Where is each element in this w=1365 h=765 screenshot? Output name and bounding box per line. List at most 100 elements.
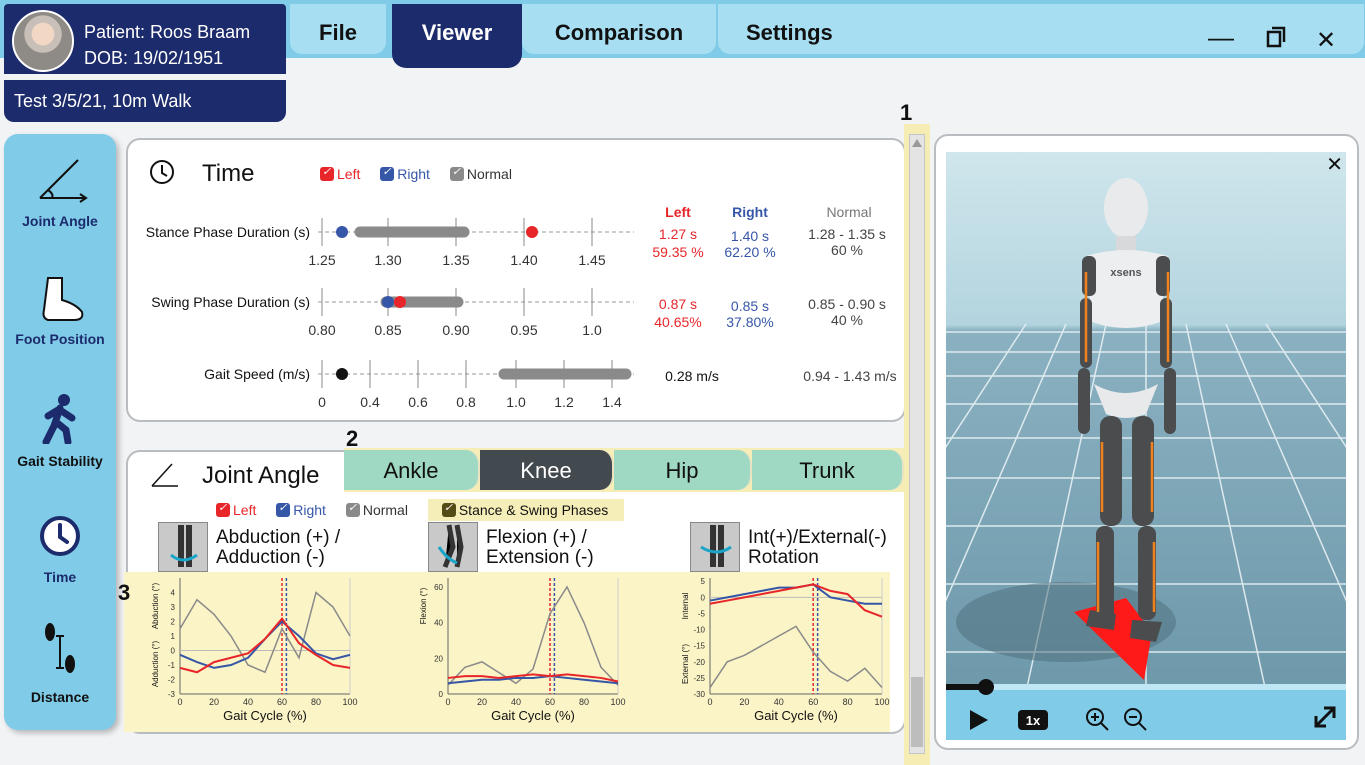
joint-charts-area: 4 3 2 1 0 -1 -2 -3 0 20 40 60 80 100 Gait Cycle (%) Abd…	[124, 572, 890, 732]
y-tick-label: -10	[693, 626, 705, 635]
y-tick-label: 0	[701, 593, 706, 602]
tick-label: 1.40	[510, 252, 538, 268]
stance-normal-pct: 60 %	[831, 242, 863, 258]
swing-right-pct: 37.80%	[726, 314, 774, 330]
sidebar-item-time[interactable]: Time	[4, 512, 116, 585]
y-tick-label: -3	[168, 690, 176, 699]
y-axis-label-top: Abduction (°)	[151, 583, 160, 630]
zoom-in-icon[interactable]	[1084, 706, 1110, 732]
scrollbar[interactable]	[904, 124, 930, 765]
stance-label: Stance Phase Duration (s)	[145, 224, 310, 240]
x-tick-label: 0	[177, 697, 182, 707]
tab-comparison[interactable]: Comparison	[522, 4, 716, 54]
stance-scale	[318, 218, 634, 246]
sidebar-item-foot-position[interactable]: Foot Position	[4, 274, 116, 347]
timeline-knob[interactable]	[978, 679, 994, 695]
tick-label: 0.6	[408, 394, 428, 410]
tick-label: 0.85	[374, 322, 402, 338]
legend-right[interactable]: Right	[276, 501, 326, 518]
legend-right[interactable]: Right	[380, 165, 430, 182]
header-normal: Normal	[826, 204, 872, 220]
swing-normal-pct: 40 %	[831, 312, 863, 328]
y-tick-label: 5	[701, 577, 706, 586]
xsens-logo: xsens	[1110, 267, 1141, 279]
tick-label: 0.90	[442, 322, 470, 338]
sidebar-item-label: Time	[43, 569, 77, 585]
x-tick-label: 60	[545, 697, 555, 707]
time-panel: Time Left Right Normal Left Right Normal…	[126, 138, 906, 422]
tick-label: 1.45	[578, 252, 606, 268]
x-tick-label: 0	[445, 697, 450, 707]
legend-normal[interactable]: Normal	[449, 165, 512, 182]
x-tick-label: 100	[610, 697, 625, 707]
x-tick-label: 100	[342, 697, 357, 707]
clock-icon	[150, 160, 174, 184]
scroll-track	[909, 134, 925, 754]
header-right: Right	[732, 204, 768, 220]
tick-label: 1.25	[308, 252, 336, 268]
y-tick-label: -20	[693, 658, 705, 667]
flexion-limb-icon	[428, 522, 478, 572]
y-axis-label-bottom: Adduction (°)	[151, 641, 160, 688]
tab-knee[interactable]: Knee	[480, 450, 614, 490]
normal-series-line	[709, 625, 883, 689]
tab-file[interactable]: File	[290, 4, 386, 54]
x-tick-label: 80	[843, 697, 853, 707]
tick-label: 1.4	[602, 394, 622, 410]
x-tick-label: 80	[311, 697, 321, 707]
fullscreen-icon[interactable]	[1312, 704, 1338, 730]
viewer-close-icon[interactable]: ✕	[1326, 152, 1343, 177]
joint-angle-title: Joint Angle	[202, 462, 320, 489]
x-tick-label: 40	[511, 697, 521, 707]
legend-phases[interactable]: Stance & Swing Phases	[427, 499, 625, 521]
tick-label: 0.4	[360, 394, 380, 410]
sidebar: Joint Angle Foot Position Gait Stability…	[4, 134, 116, 730]
timeline-track[interactable]	[946, 679, 1346, 695]
gait-speed-label: Gait Speed (m/s)	[204, 366, 310, 382]
x-tick-label: 60	[277, 697, 287, 707]
x-tick-label: 20	[739, 697, 749, 707]
restore-icon[interactable]	[1266, 24, 1286, 48]
x-axis-label: Gait Cycle (%)	[754, 708, 838, 723]
abduction-limb-icon	[158, 522, 208, 572]
normal-series-line	[447, 585, 619, 686]
legend-left[interactable]: Left	[320, 165, 360, 182]
sidebar-item-label: Gait Stability	[17, 453, 103, 469]
patient-avatar	[12, 10, 74, 72]
speed-button[interactable]: 1x	[1018, 710, 1048, 730]
x-tick-label: 20	[477, 697, 487, 707]
3d-scene[interactable]: xsens	[946, 152, 1346, 692]
sidebar-item-gait-stability[interactable]: Gait Stability	[4, 392, 116, 469]
sidebar-item-joint-angle[interactable]: Joint Angle	[4, 152, 116, 229]
footsteps-icon	[45, 623, 75, 673]
scroll-up-icon[interactable]	[912, 137, 922, 147]
swing-left-pct: 40.65%	[654, 314, 702, 330]
x-axis-label: Gait Cycle (%)	[491, 708, 575, 723]
close-icon[interactable]: ✕	[1316, 26, 1336, 55]
scroll-thumb[interactable]	[911, 677, 923, 747]
legend-left[interactable]: Left	[216, 501, 256, 518]
stance-right-value: 1.40 s	[730, 228, 770, 244]
legend-normal[interactable]: Normal	[345, 501, 408, 518]
joint-angle-icon	[39, 159, 88, 203]
tab-hip[interactable]: Hip	[614, 450, 752, 490]
tab-viewer[interactable]: Viewer	[392, 4, 522, 68]
sidebar-item-distance[interactable]: Distance	[4, 618, 116, 705]
tab-ankle[interactable]: Ankle	[344, 450, 480, 490]
rotation-limb-icon	[690, 522, 740, 572]
minimize-icon[interactable]: —	[1208, 22, 1234, 53]
swing-left-value: 0.87 s	[658, 296, 698, 312]
x-axis-label: Gait Cycle (%)	[223, 708, 307, 723]
play-icon[interactable]	[968, 708, 990, 732]
chart-title: Abduction (+) / Adduction (-)	[216, 527, 341, 568]
chart-title: Int(+)/External(-) Rotation	[748, 527, 887, 568]
zoom-out-icon[interactable]	[1122, 706, 1148, 732]
tab-trunk[interactable]: Trunk	[752, 450, 904, 490]
time-panel-title: Time	[202, 160, 255, 187]
patient-card: Patient: Roos Braam DOB: 19/02/1951	[4, 4, 286, 74]
3d-viewer: xsens ✕ 1x	[934, 134, 1359, 750]
y-tick-label: -15	[693, 642, 705, 651]
x-tick-label: 40	[774, 697, 784, 707]
x-tick-label: 100	[874, 697, 889, 707]
stance-left-value: 1.27 s	[658, 226, 698, 242]
